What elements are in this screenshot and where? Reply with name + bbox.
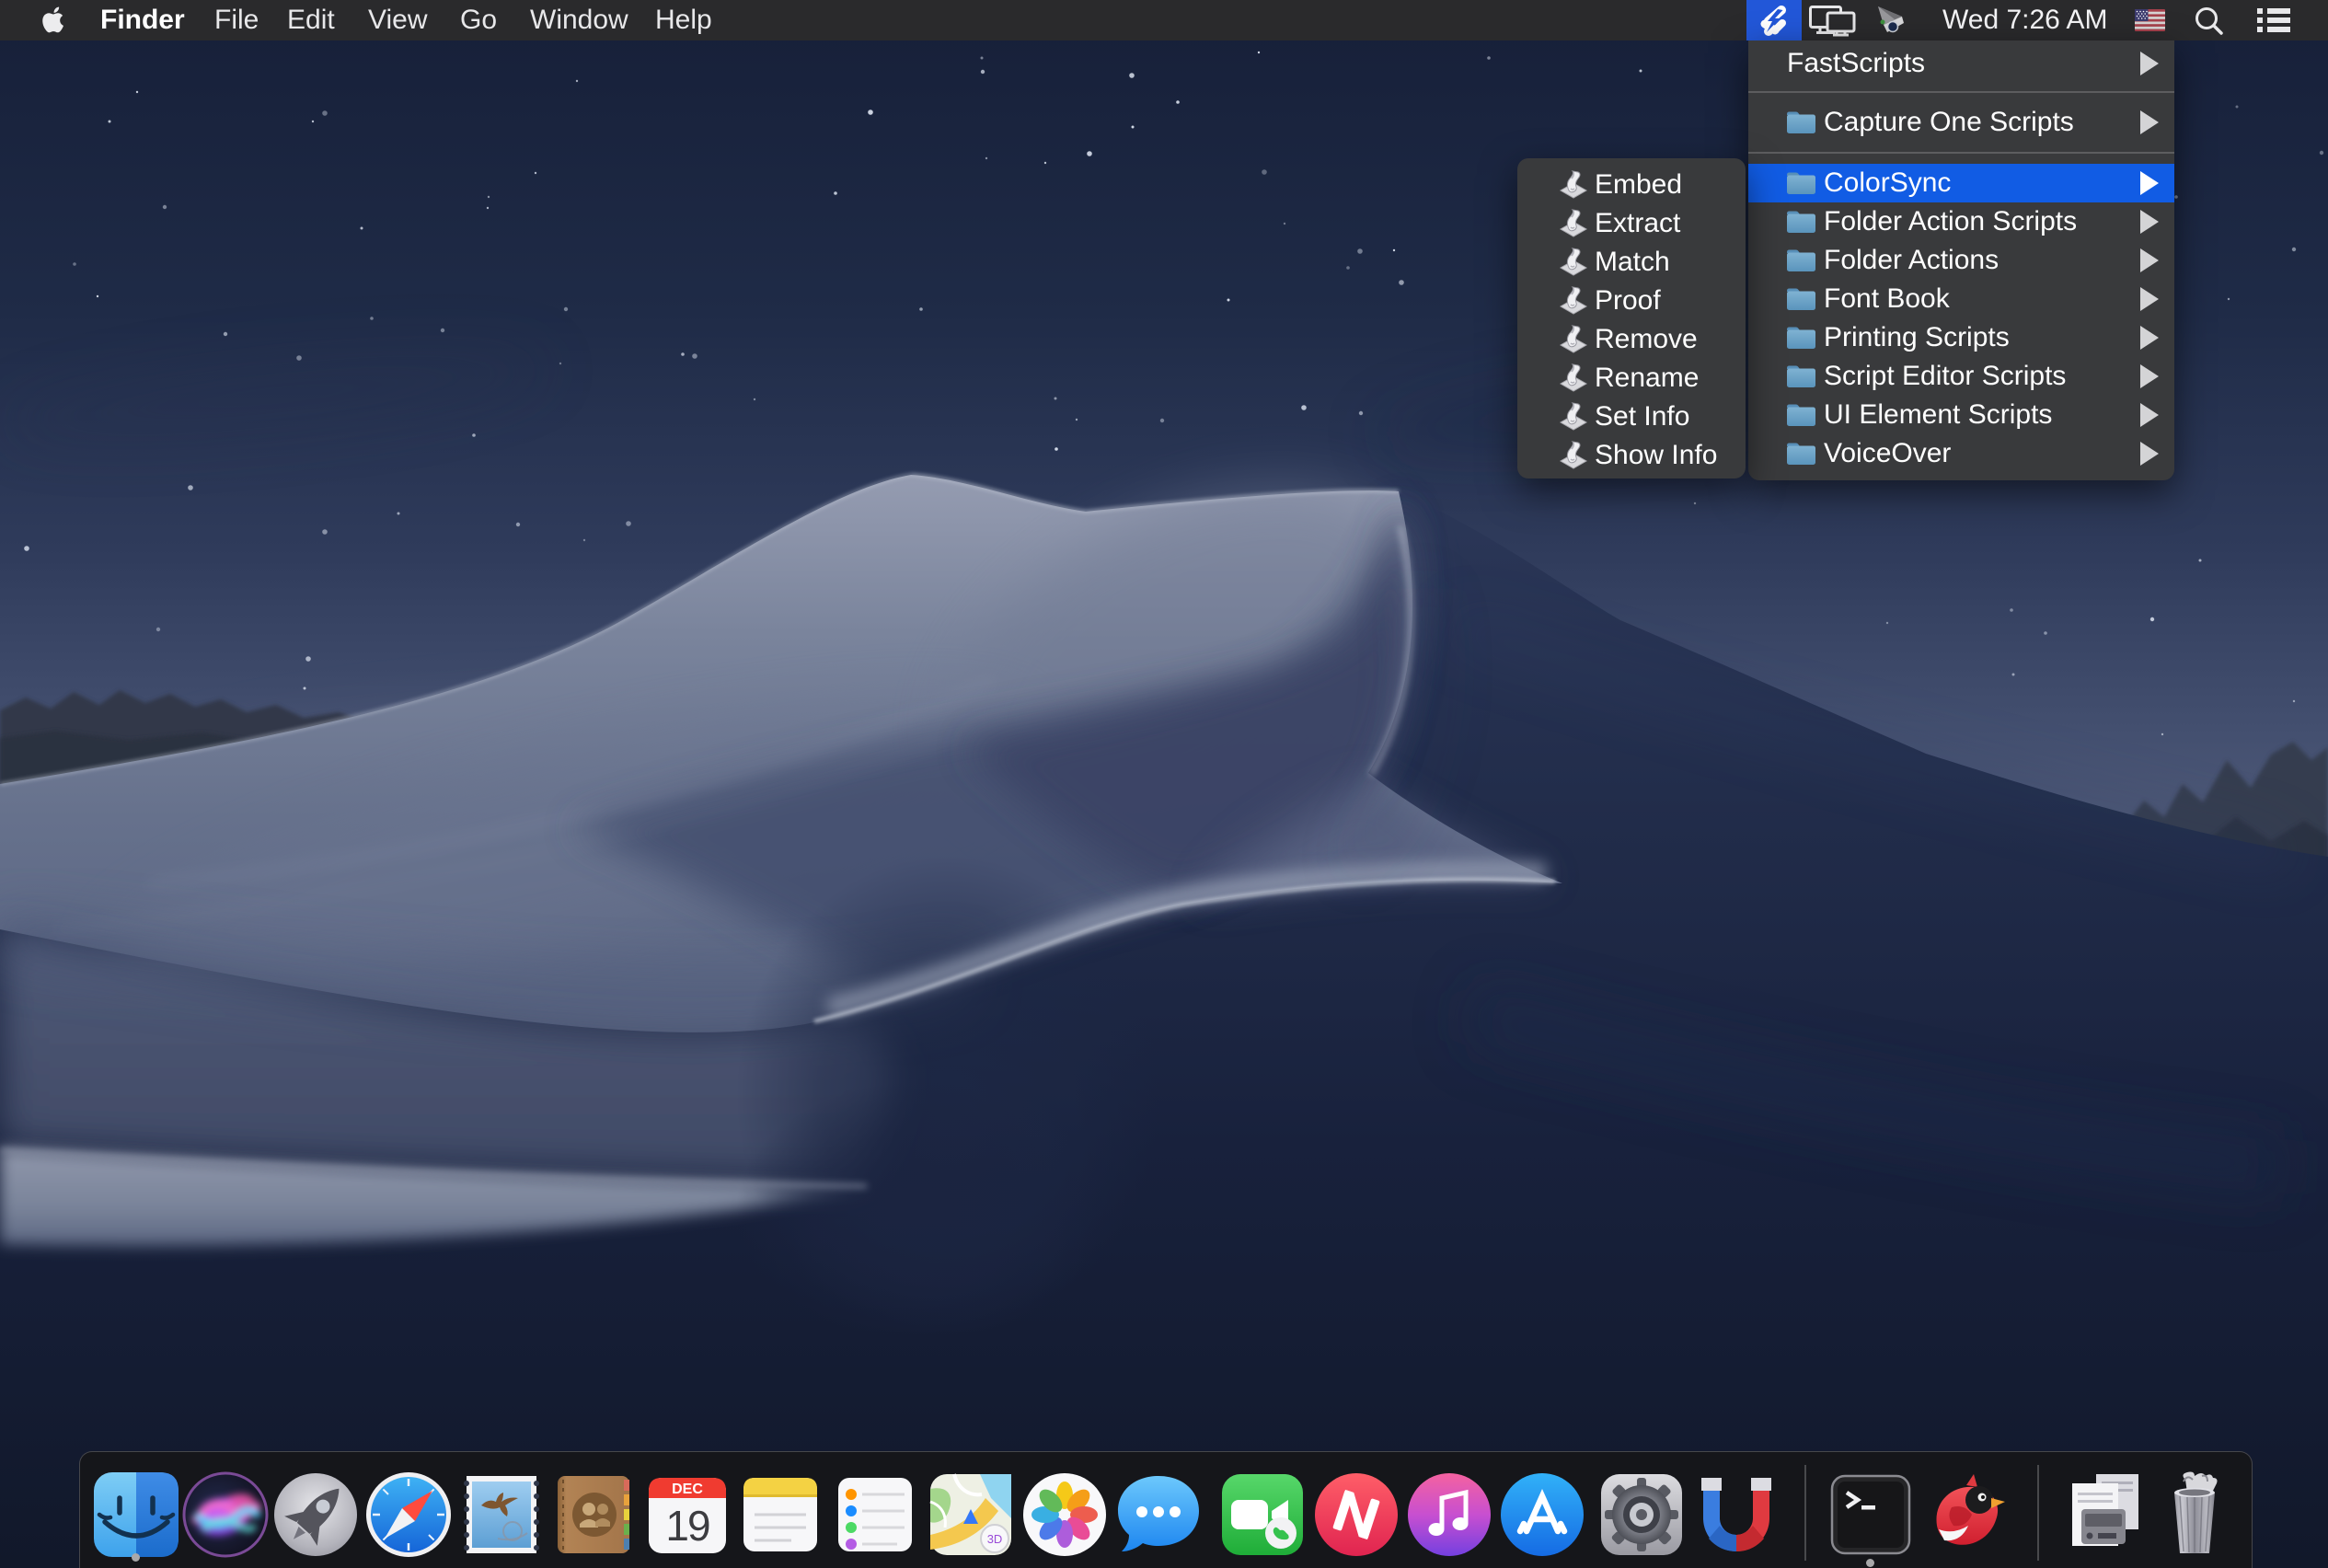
svg-text:3D: 3D — [987, 1532, 1003, 1546]
svg-text:DEC: DEC — [672, 1482, 703, 1497]
svg-text:19: 19 — [665, 1502, 709, 1550]
